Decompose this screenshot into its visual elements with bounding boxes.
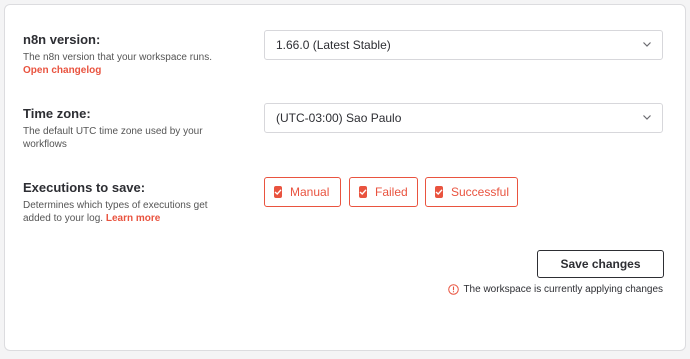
settings-panel: n8n version: The n8n version that your w…	[4, 4, 686, 351]
chevron-down-icon	[643, 115, 651, 120]
time-zone-label: Time zone:	[23, 106, 91, 121]
executions-label: Executions to save:	[23, 180, 146, 195]
manual-checkbox[interactable]: Manual	[264, 177, 341, 207]
time-zone-section: Time zone: The default UTC time zone use…	[23, 105, 203, 151]
time-zone-description: The default UTC time zone used by your w…	[23, 126, 203, 150]
checkbox-checked-icon	[274, 186, 282, 198]
successful-checkbox-label: Successful	[451, 185, 510, 199]
executions-description: Determines which types of executions get…	[23, 199, 208, 225]
info-icon	[448, 284, 460, 295]
time-zone-value: (UTC-03:00) Sao Paulo	[276, 111, 402, 125]
n8n-version-description-text: The n8n version that your workspace runs…	[23, 52, 212, 63]
open-changelog-link[interactable]: Open changelog	[23, 65, 101, 76]
learn-more-link[interactable]: Learn more	[106, 213, 160, 224]
manual-checkbox-label: Manual	[290, 185, 330, 199]
executions-section: Executions to save: Determines which typ…	[23, 179, 208, 225]
time-zone-select[interactable]: (UTC-03:00) Sao Paulo	[264, 103, 663, 133]
n8n-version-label: n8n version:	[23, 32, 101, 47]
n8n-version-description: The n8n version that your workspace runs…	[23, 51, 223, 77]
checkbox-checked-icon	[435, 186, 443, 198]
save-changes-button[interactable]: Save changes	[537, 250, 664, 278]
failed-checkbox-label: Failed	[375, 185, 408, 199]
n8n-version-value: 1.66.0 (Latest Stable)	[276, 38, 391, 52]
failed-checkbox[interactable]: Failed	[349, 177, 418, 207]
chevron-down-icon	[643, 42, 651, 47]
successful-checkbox[interactable]: Successful	[425, 177, 518, 207]
status-message: The workspace is currently applying chan…	[448, 284, 663, 295]
status-message-text: The workspace is currently applying chan…	[463, 284, 663, 295]
checkbox-checked-icon	[359, 186, 367, 198]
n8n-version-section: n8n version: The n8n version that your w…	[23, 31, 223, 77]
n8n-version-select[interactable]: 1.66.0 (Latest Stable)	[264, 30, 663, 60]
